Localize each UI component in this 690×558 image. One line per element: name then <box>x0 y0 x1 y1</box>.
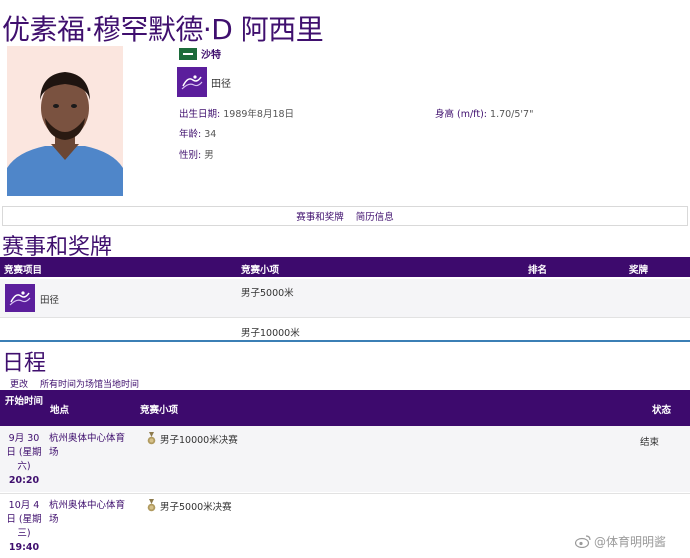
weibo-icon <box>575 535 591 548</box>
col-venue: 地点 <box>50 405 70 416</box>
col-rank: 排名 <box>528 265 548 276</box>
schedule-status: 结束 <box>640 437 660 448</box>
country-row: 沙特 <box>179 46 221 61</box>
schedule-section-title: 日程 <box>2 351 47 376</box>
col-status: 状态 <box>652 405 672 416</box>
birth-date-info: 出生日期: 1989年8月18日 <box>179 106 294 120</box>
timezone-note: 所有时间为场馆当地时间 <box>40 380 140 390</box>
athlete-photo <box>7 46 123 196</box>
schedule-row[interactable]: 9月 30日 (星期六) 20:20 杭州奥体中心体育场 男子10000米决赛 … <box>0 426 690 492</box>
schedule-filter-row: 更改 所有时间为场馆当地时间 <box>10 377 139 390</box>
gender-info: 性别: 男 <box>179 147 214 161</box>
col-sport: 竞赛项目 <box>4 265 43 276</box>
medal-sport-link[interactable]: 田径 <box>40 292 59 306</box>
tab-biography[interactable]: 简历信息 <box>356 209 394 223</box>
country-label: 沙特 <box>201 50 221 61</box>
col-event: 竞赛小项 <box>241 265 280 276</box>
height-label: 身高 (m/ft): <box>435 109 487 120</box>
schedule-time: 20:20 <box>8 475 40 486</box>
medal-row: 田径 男子5000米 <box>0 279 690 317</box>
medal-icon <box>147 499 156 512</box>
tab-events-medals[interactable]: 赛事和奖牌 <box>296 209 344 223</box>
athletics-icon <box>5 284 35 312</box>
schedule-venue[interactable]: 杭州奥体中心体育场 <box>49 499 133 527</box>
schedule-date: 10月 4日 (星期三) 19:40 <box>4 499 44 555</box>
sport-label: 田径 <box>211 78 231 90</box>
change-timezone-link[interactable]: 更改 <box>10 377 28 390</box>
col-medal: 奖牌 <box>629 265 649 276</box>
age-label: 年龄: <box>179 129 202 140</box>
schedule-date: 9月 30日 (星期六) 20:20 <box>4 432 44 488</box>
age-info: 年龄: 34 <box>179 126 216 140</box>
medal-event: 男子10000米 <box>241 328 300 339</box>
athletics-icon <box>177 67 207 97</box>
sport-row[interactable]: 田径 <box>177 67 231 97</box>
tabs-bar: 赛事和奖牌 简历信息 <box>2 206 688 226</box>
birth-date-value: 1989年8月18日 <box>223 109 295 120</box>
age-value: 34 <box>204 129 217 140</box>
medal-event: 男子5000米 <box>241 288 294 299</box>
medals-table-header: 竞赛项目 竞赛小项 排名 奖牌 <box>0 257 690 277</box>
athlete-name: 优素福·穆罕默德·D 阿西里 <box>2 13 324 46</box>
col-start-time: 开始时间 <box>4 396 43 407</box>
gender-label: 性别: <box>179 150 202 161</box>
height-value: 1.70/5'7" <box>490 109 534 120</box>
schedule-venue[interactable]: 杭州奥体中心体育场 <box>49 432 133 460</box>
height-info: 身高 (m/ft): 1.70/5'7" <box>435 106 533 120</box>
schedule-event-name: 男子10000米决赛 <box>160 435 238 446</box>
medal-icon <box>147 432 156 445</box>
medal-row: 男子10000米 <box>0 317 690 341</box>
birth-date-label: 出生日期: <box>179 109 221 120</box>
saudi-flag-icon <box>179 47 197 60</box>
col-schedule-event: 竞赛小项 <box>140 405 179 416</box>
schedule-event-name: 男子5000米决赛 <box>160 502 232 513</box>
watermark: @体育明明酱 <box>575 533 666 550</box>
gender-value: 男 <box>204 150 214 161</box>
section-divider <box>0 340 690 342</box>
schedule-time: 19:40 <box>8 542 40 553</box>
schedule-event[interactable]: 男子5000米决赛 <box>147 499 232 513</box>
schedule-table-header: 开始时间 地点 竞赛小项 状态 <box>0 390 690 426</box>
watermark-text: @体育明明酱 <box>594 535 667 549</box>
schedule-event[interactable]: 男子10000米决赛 <box>147 432 238 446</box>
